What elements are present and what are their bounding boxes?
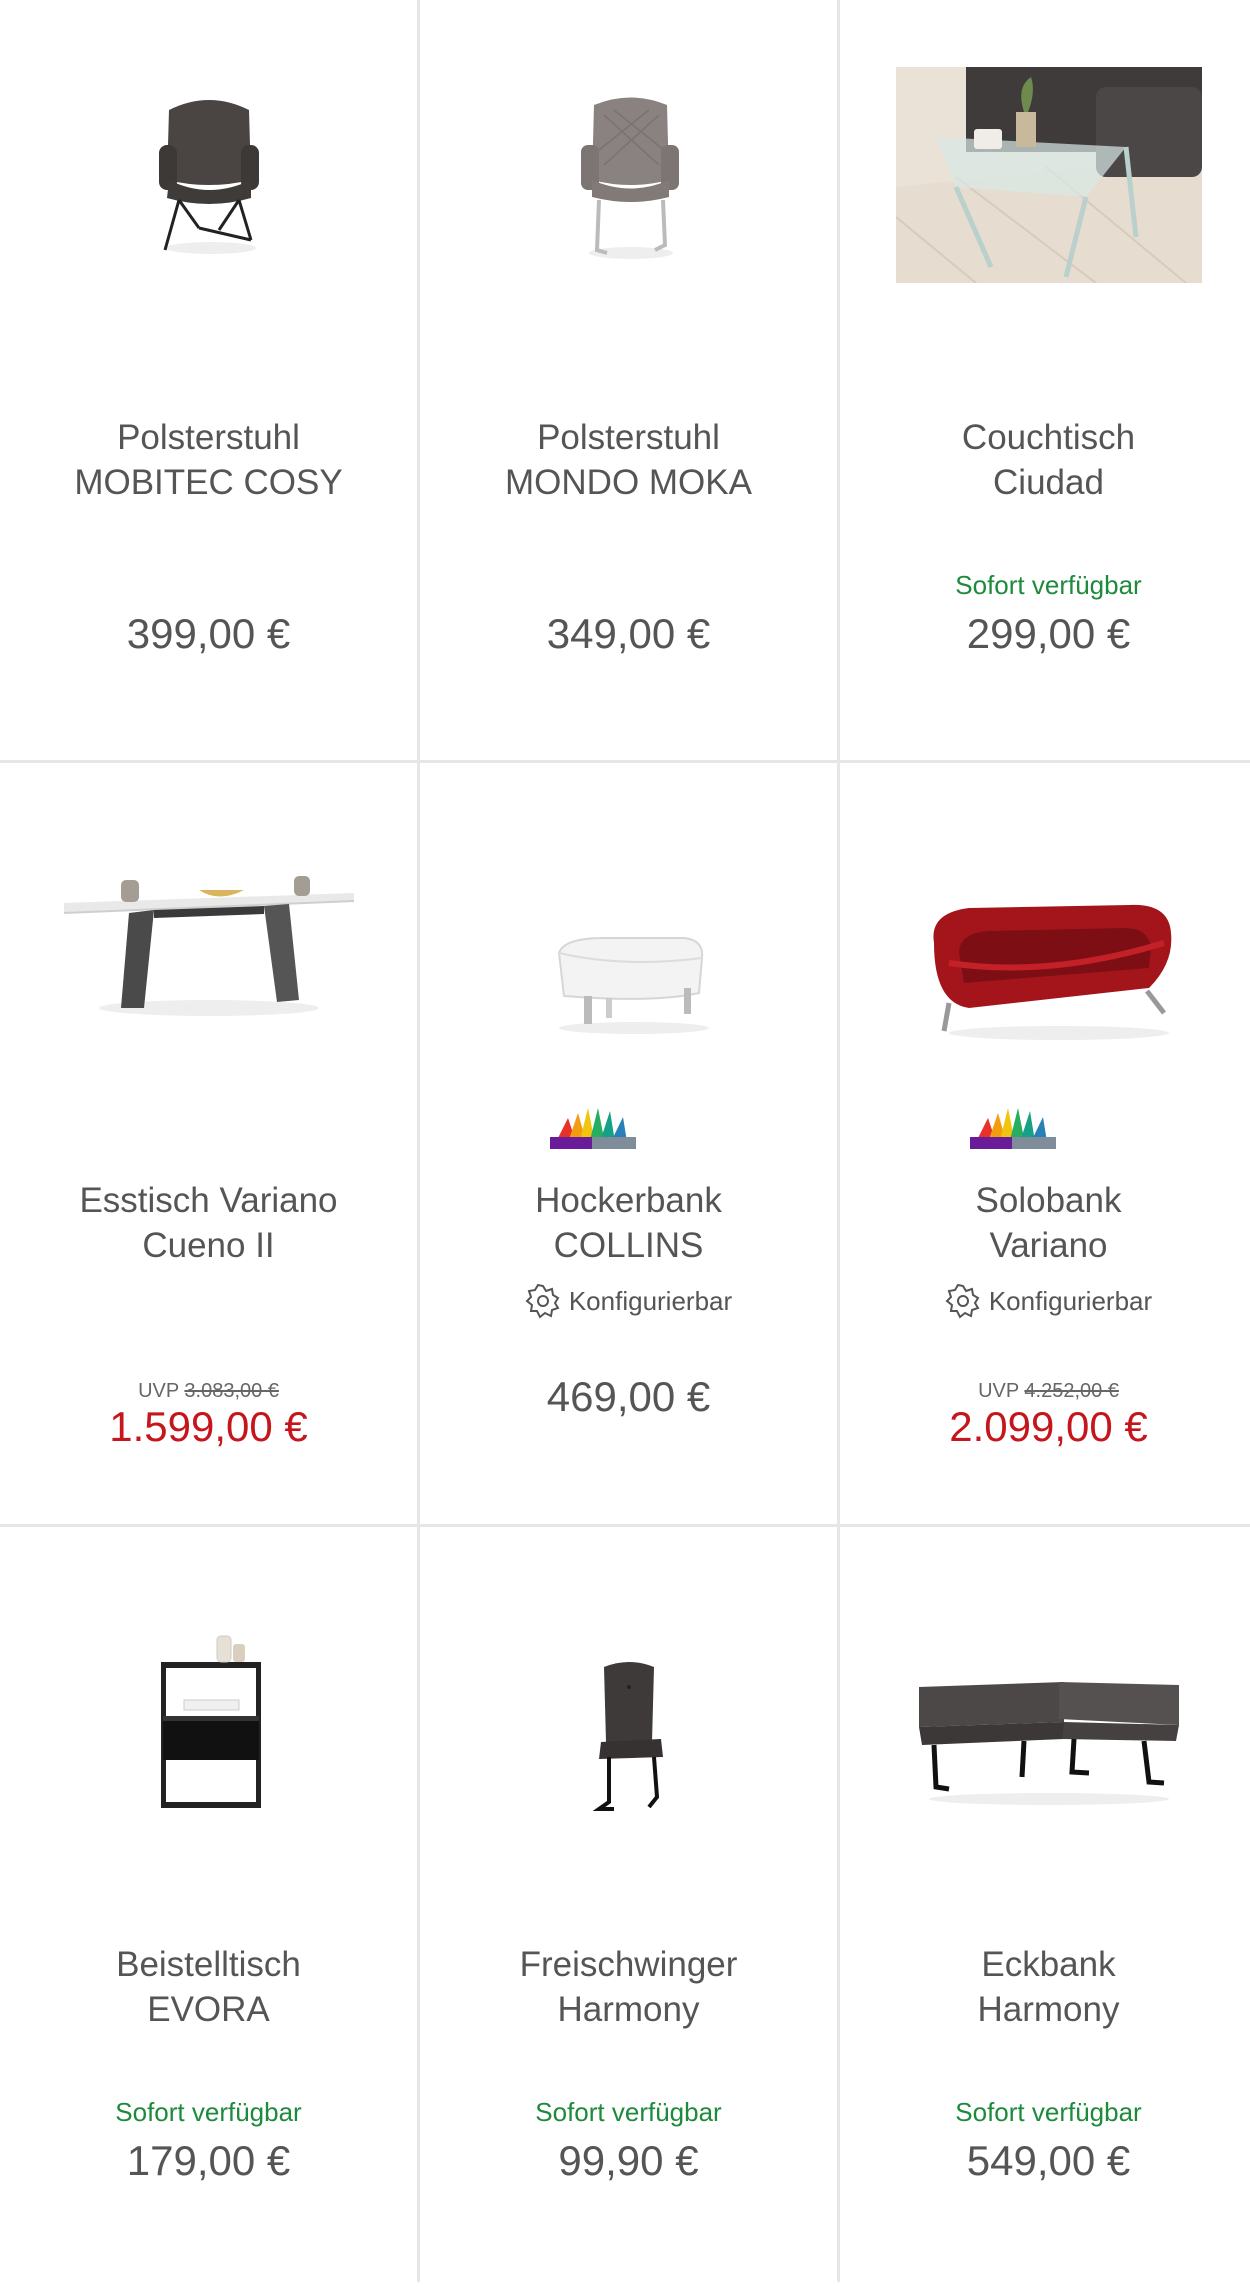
availability-label: Sofort verfügbar [955,570,1142,600]
product-card[interactable]: Freischwinger Harmony Sofort verfügbar 99… [420,1527,837,2287]
product-card[interactable]: Polsterstuhl MONDO MOKA 349,00 € [420,0,837,760]
availability-label: Sofort verfügbar [955,2097,1142,2127]
product-title[interactable]: Polsterstuhl MOBITEC COSY [10,415,407,505]
product-card[interactable]: Beistelltisch EVORA Sofort verfügbar 179,… [0,1527,417,2287]
product-title[interactable]: Solobank Variano [850,1178,1247,1268]
gear-icon [525,1283,560,1319]
product-price: 399,00 € [126,610,291,657]
color-palette-icon [548,1103,638,1158]
product-card[interactable]: Couchtisch Ciudad Sofort verfügbar 299,00… [840,0,1250,760]
armchair-dark-icon[interactable] [0,55,417,295]
side-table-icon[interactable] [0,1602,417,1842]
corner-bench-icon[interactable] [840,1622,1250,1862]
product-price: 179,00 € [126,2137,291,2184]
gear-icon [945,1283,980,1319]
product-title[interactable]: Polsterstuhl MONDO MOKA [430,415,827,505]
product-price: 349,00 € [546,610,711,657]
product-card[interactable]: Polsterstuhl MOBITEC COSY 399,00 € [0,0,417,760]
product-title[interactable]: Beistelltisch EVORA [10,1942,407,2032]
configurable-badge: Konfigurierbar [420,1283,837,1319]
product-title[interactable]: Freischwinger Harmony [430,1942,827,2032]
uvp-price: UVP 4.252,00 € [978,1380,1119,1402]
glass-table-photo-icon[interactable] [840,55,1250,295]
product-title[interactable]: Couchtisch Ciudad [850,415,1247,505]
color-palette-icon [968,1103,1058,1158]
product-card[interactable]: Eckbank Harmony Sofort verfügbar 549,00 € [840,1527,1250,2287]
product-price: 299,00 € [966,610,1131,657]
product-grid: Polsterstuhl MOBITEC COSY 399,00 € Polste… [0,0,1250,2282]
product-title[interactable]: Hockerbank COLLINS [430,1178,827,1268]
red-bench-icon[interactable] [840,848,1250,1088]
product-title[interactable]: Eckbank Harmony [850,1942,1247,2032]
cantilever-chair-icon[interactable] [420,1617,837,1857]
configurable-badge: Konfigurierbar [840,1283,1250,1319]
availability-label: Sofort verfügbar [535,2097,722,2127]
product-price: 469,00 € [546,1373,711,1420]
product-price: 99,90 € [558,2137,699,2184]
uvp-price: UVP 3.083,00 € [138,1380,279,1402]
product-card[interactable]: Solobank Variano Konfigurierbar UVP 4.252… [840,763,1250,1523]
availability-label: Sofort verfügbar [115,2097,302,2127]
product-title[interactable]: Esstisch Variano Cueno II [10,1178,407,1268]
sale-price: 2.099,00 € [949,1403,1148,1450]
product-price: 549,00 € [966,2137,1131,2184]
dining-table-icon[interactable] [0,823,417,1063]
product-card[interactable]: Hockerbank COLLINS Konfigurierbar 469,00 … [420,763,837,1523]
sale-price: 1.599,00 € [109,1403,308,1450]
ottoman-icon[interactable] [420,863,837,1103]
product-card[interactable]: Esstisch Variano Cueno II UVP 3.083,00 € … [0,763,417,1523]
armchair-grey-icon[interactable] [420,55,837,295]
